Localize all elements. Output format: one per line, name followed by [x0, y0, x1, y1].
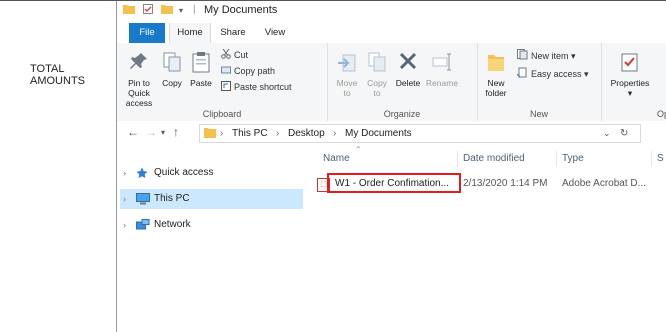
back-arrow-icon[interactable]: ← [127, 125, 139, 139]
copy-button[interactable]: Copy [159, 51, 185, 88]
ribbon-tabs: File Home Share View [117, 23, 666, 44]
new-group-label: New [529, 109, 548, 119]
column-header-size[interactable]: S [657, 153, 664, 164]
navigation-pane: › Quick access › This PC › Network [117, 145, 307, 332]
easy-access-icon [516, 67, 528, 82]
column-divider [651, 151, 652, 167]
delete-x-icon [393, 51, 423, 75]
new-folder-quick-icon[interactable] [161, 3, 173, 17]
file-list: ⌃ Name Date modified Type S ⬚ W1 - Order… [313, 145, 666, 332]
rename-button[interactable]: Rename [425, 51, 459, 88]
scissors-icon [221, 48, 231, 63]
crumb-separator: › [276, 128, 280, 139]
open-group: Properties▾ Op [601, 43, 666, 121]
organize-group: Move to Copy to Delete Rename Organize [327, 43, 478, 121]
pin-icon [121, 51, 157, 75]
copy-path-button[interactable]: Copy path [221, 64, 275, 78]
new-folder-button[interactable]: New folder [481, 51, 511, 98]
sidebar-item-network[interactable]: › Network [120, 215, 303, 235]
properties-quick-icon[interactable] [143, 3, 153, 17]
address-bar[interactable]: › This PC › Desktop › My Documents ⌄ ↻ [199, 124, 641, 143]
new-folder-icon [481, 51, 511, 75]
clipboard-group-label: Clipboard [202, 109, 242, 119]
recent-locations-chevron-icon[interactable]: ▾ [161, 128, 165, 137]
paste-button[interactable]: Paste [187, 51, 215, 88]
paste-shortcut-icon [221, 80, 231, 95]
customize-quick-access-icon[interactable]: ▾ [179, 6, 183, 15]
move-to-button[interactable]: Move to [333, 51, 361, 98]
forward-arrow-icon[interactable]: → [145, 125, 157, 139]
folder-icon [123, 3, 135, 17]
file-row[interactable]: ⬚ W1 - Order Confimation... 2/13/2020 1:… [317, 173, 666, 193]
column-divider [556, 151, 557, 167]
sidebar-item-quick-access[interactable]: › Quick access [120, 163, 303, 183]
address-dropdown-chevron-icon[interactable]: ⌄ [603, 125, 611, 142]
file-type: Adobe Acrobat D... [562, 178, 646, 189]
crumb-my-documents[interactable]: My Documents [345, 125, 412, 142]
column-header-name[interactable]: Name [323, 153, 350, 164]
clipboard-group: Pin to Quick access Copy Paste Cut Copy … [117, 43, 328, 121]
total-amounts-label: TOTAL AMOUNTS [30, 63, 85, 87]
crumb-separator: › [333, 128, 337, 139]
tab-home[interactable]: Home [169, 23, 211, 44]
copy-to-icon [363, 51, 391, 75]
expand-chevron-icon[interactable]: › [123, 215, 126, 235]
copy-icon [159, 51, 185, 75]
star-icon [136, 167, 148, 187]
up-arrow-icon[interactable]: ↑ [173, 125, 179, 139]
properties-check-icon [607, 51, 653, 75]
navigation-bar: ← → ▾ ↑ › This PC › Desktop › My Documen… [117, 121, 666, 145]
paste-shortcut-button[interactable]: Paste shortcut [221, 80, 292, 94]
column-header-type[interactable]: Type [562, 153, 584, 164]
easy-access-button[interactable]: Easy access ▾ [516, 67, 589, 82]
window-title: My Documents [204, 4, 278, 16]
open-group-label: Op [657, 109, 666, 119]
title-bar: ▾ | My Documents [117, 1, 666, 23]
tab-view[interactable]: View [257, 23, 293, 43]
copy-to-button[interactable]: Copy to [363, 51, 391, 98]
sort-ascending-icon: ⌃ [355, 145, 362, 154]
file-explorer-window: ▾ | My Documents File Home Share View Pi… [117, 1, 666, 332]
expand-chevron-icon[interactable]: › [123, 163, 126, 183]
organize-group-label: Organize [383, 109, 421, 119]
refresh-icon[interactable]: ↻ [620, 125, 628, 142]
expand-chevron-icon[interactable]: › [123, 189, 126, 209]
tab-share[interactable]: Share [213, 23, 253, 43]
crumb-desktop[interactable]: Desktop [288, 125, 325, 142]
title-separator: | [193, 4, 196, 15]
pin-quick-access-button[interactable]: Pin to Quick access [121, 51, 157, 108]
network-icon [136, 219, 150, 239]
sidebar-item-this-pc[interactable]: › This PC [120, 189, 303, 209]
new-item-icon [517, 49, 528, 64]
ribbon: Pin to Quick access Copy Paste Cut Copy … [117, 43, 666, 122]
properties-button[interactable]: Properties ▾ [607, 51, 653, 98]
rename-icon [425, 51, 459, 75]
new-item-button[interactable]: New item ▾ [517, 49, 576, 63]
delete-button[interactable]: Delete [393, 51, 423, 88]
tab-file[interactable]: File [129, 23, 165, 43]
highlight-annotation-box [327, 173, 461, 193]
move-to-icon [333, 51, 361, 75]
column-divider [457, 151, 458, 167]
spreadsheet-side-column: TOTAL AMOUNTS [0, 1, 117, 332]
new-group: New folder New item ▾ Easy access ▾ New [477, 43, 602, 121]
address-folder-icon [204, 127, 216, 144]
computer-icon [136, 193, 150, 213]
column-header-date-modified[interactable]: Date modified [463, 153, 525, 164]
crumb-separator: › [220, 128, 224, 139]
clipboard-icon [187, 51, 215, 75]
file-date-modified: 2/13/2020 1:14 PM [463, 178, 548, 189]
crumb-this-pc[interactable]: This PC [232, 125, 268, 142]
copy-path-icon [221, 65, 231, 79]
cut-button[interactable]: Cut [221, 48, 248, 62]
